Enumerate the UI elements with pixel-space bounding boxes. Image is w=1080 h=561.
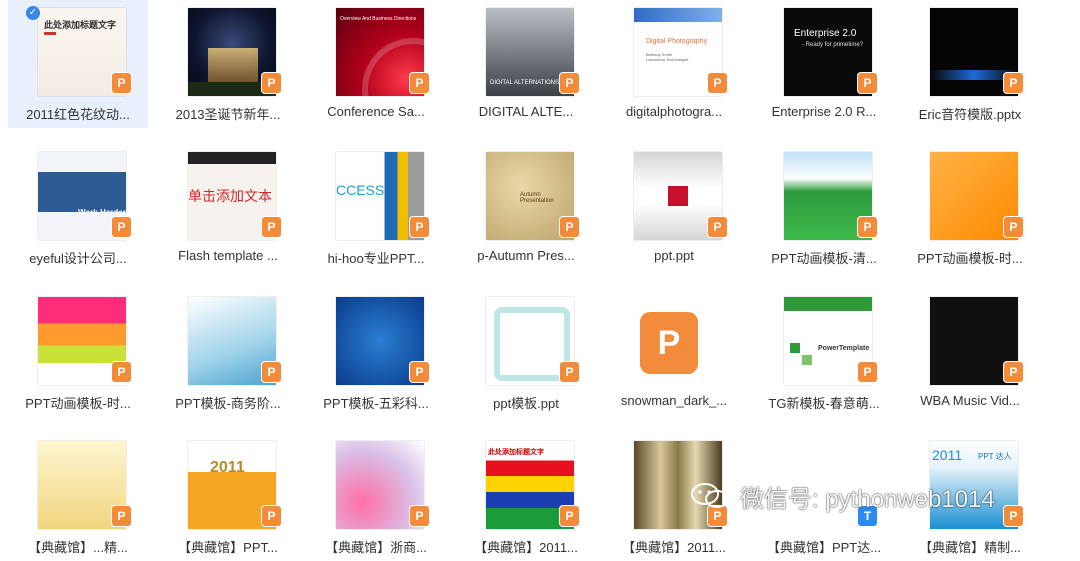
- file-item[interactable]: 2011 P 【典藏馆】PPT...: [158, 433, 298, 561]
- thumb-title: 此处添加标题文字: [488, 449, 544, 456]
- file-item[interactable]: P WBA Music Vid...: [900, 289, 1040, 417]
- wps-presentation-icon: P: [858, 73, 877, 93]
- checkmark-icon[interactable]: ✓: [26, 6, 40, 20]
- file-item[interactable]: P PPT动画模板-时...: [900, 144, 1040, 272]
- wps-presentation-icon: P: [410, 506, 429, 526]
- wps-presentation-icon: P: [560, 217, 579, 237]
- file-item[interactable]: P PPT模板-商务阶...: [158, 289, 298, 417]
- file-name: PPT动画模板-时...: [917, 251, 1023, 266]
- wps-presentation-icon: P: [1004, 217, 1023, 237]
- file-name: Flash template ...: [178, 248, 278, 263]
- wps-presentation-icon: P: [112, 506, 131, 526]
- wps-presentation-icon: P: [560, 362, 579, 382]
- thumb-title: Digital Photography: [646, 38, 708, 45]
- thumb-subtitle: PPT 达人: [978, 452, 1012, 461]
- thumb-title: 2011: [932, 447, 963, 463]
- file-name: PPT动画模板-清...: [771, 251, 877, 266]
- file-item[interactable]: P PPT动画模板-时...: [8, 289, 148, 417]
- wps-presentation-icon: P: [640, 312, 698, 374]
- file-item[interactable]: P PPT动画模板-清...: [754, 144, 894, 272]
- wps-presentation-icon: P: [1004, 73, 1023, 93]
- file-name: Enterprise 2.0 R...: [771, 104, 877, 119]
- file-name: p-Autumn Pres...: [477, 248, 575, 263]
- wechat-icon: [691, 483, 729, 508]
- wps-presentation-icon: P: [858, 217, 877, 237]
- file-item[interactable]: Digital Photography Bethany Smith Labora…: [604, 0, 744, 128]
- file-item[interactable]: P ppt.ppt: [604, 144, 744, 272]
- thumb-title: 单击添加文本: [188, 188, 272, 204]
- file-name: ppt模板.ppt: [493, 396, 559, 411]
- file-item[interactable]: 此处添加标题文字 P 【典藏馆】2011...: [456, 433, 596, 561]
- file-item[interactable]: 此处添加标题文字 ✓ P 2011红色花纹动...: [8, 0, 148, 128]
- file-item[interactable]: P PPT模板-五彩科...: [306, 289, 446, 417]
- wps-presentation-icon: P: [708, 73, 727, 93]
- file-name: eyeful设计公司...: [29, 251, 127, 266]
- thumb-title: Work Harder: [78, 208, 126, 217]
- thumb-subtitle: Bethany Smith Laboratory Technologist: [646, 52, 689, 62]
- wps-presentation-icon: P: [708, 217, 727, 237]
- wps-presentation-icon: P: [560, 73, 579, 93]
- file-item[interactable]: P 【典藏馆】...精...: [8, 433, 148, 561]
- watermark: 微信号: pythonweb1014: [690, 478, 995, 514]
- file-name: 2011红色花纹动...: [26, 107, 130, 122]
- wps-presentation-icon: P: [410, 362, 429, 382]
- wps-presentation-icon: P: [560, 506, 579, 526]
- wps-presentation-icon: P: [112, 73, 131, 93]
- file-name: 2013圣诞节新年...: [175, 107, 281, 122]
- thumb-title: Overview And Business Directions: [340, 16, 417, 22]
- thumb-title: CCESS: [336, 182, 385, 198]
- file-item[interactable]: PowerTemplate P TG新模板-春意萌...: [754, 289, 894, 417]
- file-name: PPT模板-商务阶...: [175, 396, 281, 411]
- wps-presentation-icon: P: [1004, 362, 1023, 382]
- file-item[interactable]: P ppt模板.ppt: [456, 289, 596, 417]
- thumb-title: PowerTemplate: [818, 345, 870, 352]
- file-name: snowman_dark_...: [620, 393, 728, 408]
- thumb-title: Autumn Presentation: [520, 192, 554, 204]
- wps-presentation-icon: P: [262, 506, 281, 526]
- file-item[interactable]: DIGITAL ALTERNATIONS P DIGITAL ALTE...: [456, 0, 596, 128]
- thumb-title: 此处添加标题文字: [44, 20, 117, 30]
- wps-presentation-icon: P: [410, 217, 429, 237]
- file-grid: 此处添加标题文字 ✓ P 2011红色花纹动... P 2013圣诞节新年...…: [0, 0, 1080, 555]
- wps-presentation-icon: P: [262, 217, 281, 237]
- file-item[interactable]: 单击添加文本 P Flash template ...: [158, 144, 298, 272]
- wps-presentation-icon: P: [112, 362, 131, 382]
- file-item[interactable]: Overview And Business Directions P Confe…: [306, 0, 446, 128]
- file-name: PPT动画模板-时...: [25, 396, 131, 411]
- file-name: Conference Sa...: [327, 104, 425, 119]
- file-item[interactable]: Autumn Presentation P p-Autumn Pres...: [456, 144, 596, 272]
- file-name: ppt.ppt: [654, 248, 694, 263]
- file-name: digitalphotogra...: [625, 104, 723, 119]
- thumb-title: DIGITAL ALTERNATIONS: [490, 80, 560, 86]
- file-name: TG新模板-春意萌...: [768, 396, 880, 411]
- file-name: WBA Music Vid...: [920, 393, 1020, 408]
- wps-presentation-icon: P: [262, 73, 281, 93]
- file-item[interactable]: CCESS P hi-hoo专业PPT...: [306, 144, 446, 272]
- file-name: DIGITAL ALTE...: [478, 104, 574, 119]
- thumb-title: Enterprise 2.0: [794, 28, 857, 39]
- file-item[interactable]: P 2013圣诞节新年...: [158, 0, 298, 128]
- file-name: Eric音符模版.pptx: [918, 107, 1022, 122]
- wps-presentation-icon: P: [410, 73, 429, 93]
- wps-presentation-icon: P: [858, 362, 877, 382]
- file-item[interactable]: Work Harder P eyeful设计公司...: [8, 144, 148, 272]
- file-item[interactable]: P Eric音符模版.pptx: [900, 0, 1040, 128]
- file-item[interactable]: P 【典藏馆】浙商...: [306, 433, 446, 561]
- thumb-title: 2011: [210, 459, 245, 476]
- thumb-subtitle: - Ready for primetime?: [802, 42, 864, 48]
- file-name: hi-hoo专业PPT...: [327, 251, 425, 266]
- file-item[interactable]: Enterprise 2.0 - Ready for primetime? P …: [754, 0, 894, 128]
- watermark-text: 微信号: pythonweb1014: [740, 485, 995, 513]
- file-name: PPT模板-五彩科...: [323, 396, 429, 411]
- wps-presentation-icon: P: [112, 217, 131, 237]
- wps-presentation-icon: P: [262, 362, 281, 382]
- wps-presentation-icon: P: [1004, 506, 1023, 526]
